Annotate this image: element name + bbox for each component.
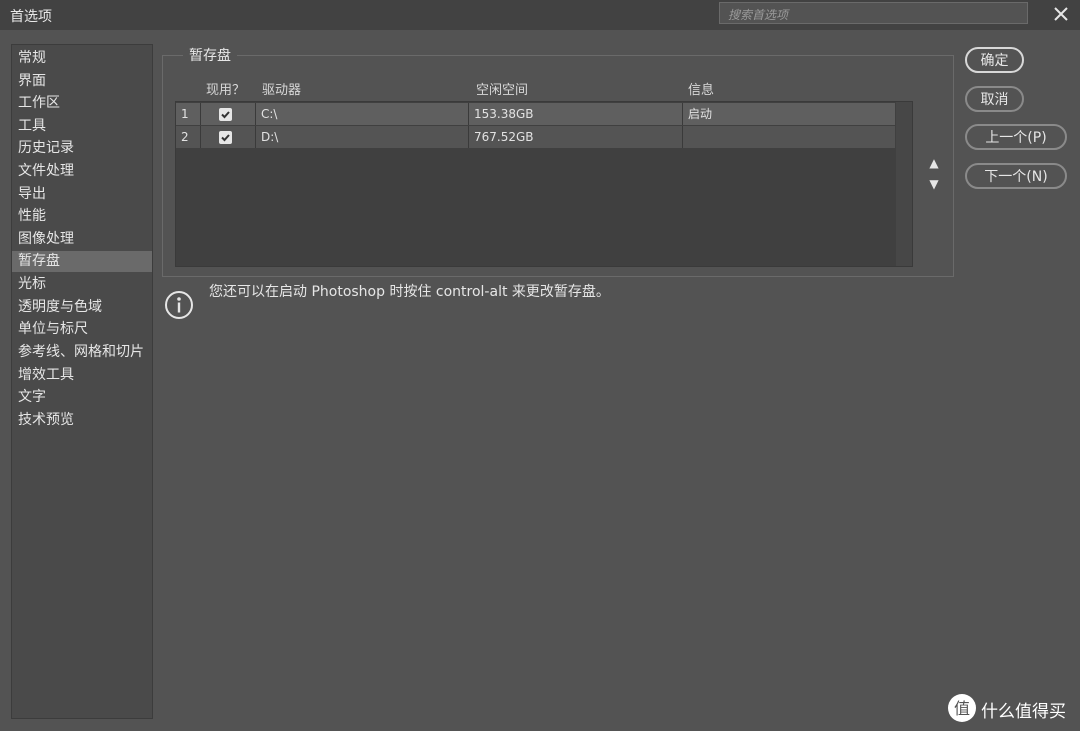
table-row[interactable]: 2 D:\ 767.52GB: [176, 126, 895, 148]
drive-cell: D:\: [261, 130, 279, 144]
info-icon: [164, 290, 194, 320]
sidebar-item-scratch-disks[interactable]: 暂存盘: [12, 251, 152, 272]
checkmark-icon: [221, 134, 230, 142]
scratch-disk-table: 1 C:\ 153.38GB 启动 2 D:\ 767.52GB: [175, 101, 913, 267]
column-header-free: 空闲空间: [476, 83, 529, 98]
sidebar-item-units[interactable]: 单位与标尺: [12, 319, 152, 340]
info-cell: [683, 126, 895, 148]
sidebar-item-history[interactable]: 历史记录: [12, 138, 152, 159]
free-space-cell: 767.52GB: [474, 130, 534, 144]
prev-button[interactable]: 上一个(P): [965, 124, 1067, 150]
svg-text:值: 值: [954, 700, 970, 718]
row-index: 2: [181, 130, 189, 144]
info-text: 您还可以在启动 Photoshop 时按住 control-alt 来更改暂存盘…: [209, 284, 610, 300]
sidebar-item-general[interactable]: 常规: [12, 48, 152, 69]
watermark: 值 什么值得买: [948, 694, 1080, 724]
sidebar-item-interface[interactable]: 界面: [12, 71, 152, 92]
sidebar-item-transparency[interactable]: 透明度与色域: [12, 297, 152, 318]
group-title: 暂存盘: [183, 45, 237, 65]
column-header-drive: 驱动器: [262, 83, 302, 98]
sidebar-item-file-handling[interactable]: 文件处理: [12, 161, 152, 182]
table-row[interactable]: 1 C:\ 153.38GB 启动: [176, 103, 895, 125]
title-bar: 首选项 搜索首选项: [0, 0, 1080, 30]
row-index: 1: [181, 107, 189, 121]
column-header-active: 现用？: [206, 83, 246, 98]
active-checkbox[interactable]: [219, 108, 232, 121]
move-down-icon[interactable]: ▼: [926, 177, 942, 191]
sidebar-item-tools[interactable]: 工具: [12, 116, 152, 137]
table-scrollbar[interactable]: [896, 102, 912, 266]
sidebar-item-workspace[interactable]: 工作区: [12, 93, 152, 114]
active-checkbox[interactable]: [219, 131, 232, 144]
drive-cell: C:\: [261, 107, 278, 121]
search-input[interactable]: 搜索首选项: [719, 2, 1028, 24]
sidebar-item-guides[interactable]: 参考线、网格和切片: [12, 342, 152, 363]
cancel-button[interactable]: 取消: [965, 86, 1024, 112]
info-cell: 启动: [688, 107, 713, 121]
checkmark-icon: [221, 111, 230, 119]
close-icon[interactable]: [1050, 3, 1072, 25]
sidebar-item-plugins[interactable]: 增效工具: [12, 365, 152, 386]
watermark-logo-icon: 值: [948, 694, 976, 722]
sidebar-item-tech-preview[interactable]: 技术预览: [12, 410, 152, 431]
next-button[interactable]: 下一个(N): [965, 163, 1067, 189]
sidebar-item-image-processing[interactable]: 图像处理: [12, 229, 152, 250]
column-header-info: 信息: [688, 83, 715, 98]
sidebar-item-export[interactable]: 导出: [12, 184, 152, 205]
watermark-text: 什么值得买: [981, 702, 1066, 722]
free-space-cell: 153.38GB: [474, 107, 534, 121]
window-title: 首选项: [10, 9, 52, 25]
sidebar-item-cursors[interactable]: 光标: [12, 274, 152, 295]
sidebar: 常规 界面 工作区 工具 历史记录 文件处理 导出 性能 图像处理 暂存盘 光标…: [11, 44, 153, 719]
sidebar-item-performance[interactable]: 性能: [12, 206, 152, 227]
ok-button[interactable]: 确定: [965, 47, 1024, 73]
sidebar-item-type[interactable]: 文字: [12, 387, 152, 408]
move-up-icon[interactable]: ▲: [926, 156, 942, 170]
